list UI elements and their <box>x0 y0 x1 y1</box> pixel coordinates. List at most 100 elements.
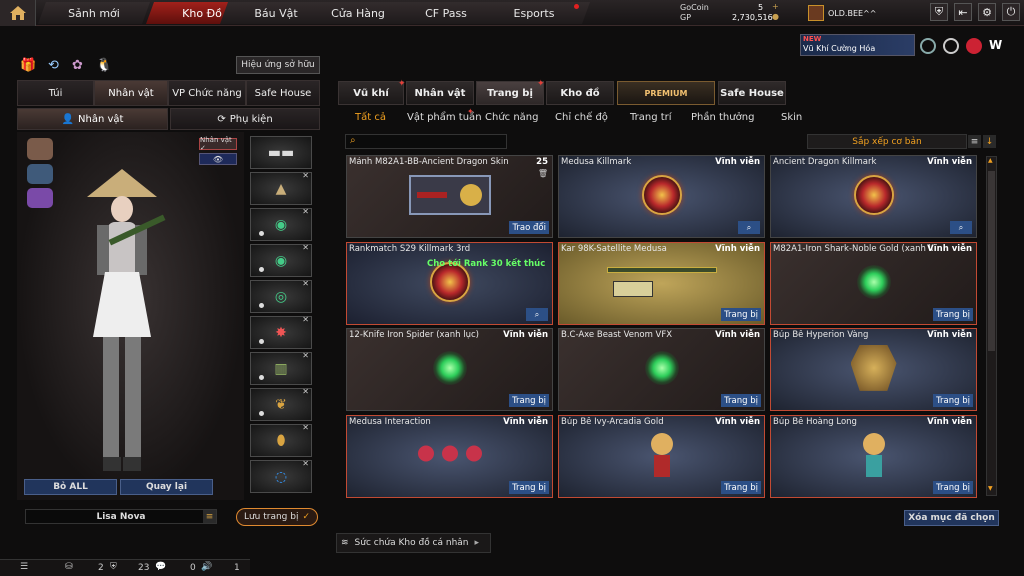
slot-item-6[interactable]: ✕ ❦ <box>250 387 312 421</box>
item-card[interactable]: Búp Bê Hyperion Vàng Vĩnh viễn Trang bị <box>770 328 977 411</box>
subtab-accessory[interactable]: ⟳ Phụ kiện <box>170 108 320 130</box>
exit-icon[interactable]: ⇤ <box>954 3 972 21</box>
slot-hat[interactable]: ✕ ▲ <box>250 171 312 205</box>
remove-icon[interactable]: ✕ <box>302 171 309 180</box>
save-equipment-button[interactable]: Lưu trang bị ✓ <box>236 508 318 526</box>
right-tab-safe-house[interactable]: Safe House <box>718 81 786 105</box>
remove-icon[interactable]: ✕ <box>302 315 309 324</box>
subtab-character[interactable]: 👤 Nhân vật <box>17 108 168 130</box>
weapon-upgrade-banner[interactable]: NEW Vũ Khí Cường Hóa <box>800 34 915 56</box>
item-card[interactable]: Rankmatch S29 Killmark 3rd Cho tới Rank 3… <box>346 242 553 325</box>
equip-button[interactable]: Trao đổi <box>509 221 549 234</box>
equip-button[interactable]: Trang bị <box>933 308 973 321</box>
visibility-toggle[interactable]: 👁 <box>199 153 237 165</box>
item-card[interactable]: B.C-Axe Beast Venom VFX Vĩnh viễn Trang bị <box>558 328 765 411</box>
item-card[interactable]: 12-Knife Iron Spider (xanh lục) Vĩnh viễn… <box>346 328 553 411</box>
w-logo-icon[interactable]: W <box>989 38 1005 54</box>
skin-slot-icon[interactable] <box>27 138 53 160</box>
left-tab-safe-house[interactable]: Safe House <box>246 80 320 106</box>
gift-icon[interactable] <box>966 38 982 54</box>
sort-order-icon[interactable]: ↓ <box>983 135 996 148</box>
equip-button[interactable]: Trang bị <box>721 394 761 407</box>
speaker-icon[interactable]: 🔊 <box>201 562 212 572</box>
right-tab-character[interactable]: Nhân vật <box>406 81 474 105</box>
slot-item-4[interactable]: ✕ ✸ <box>250 315 312 349</box>
slot-item-2[interactable]: ✕ ◉ <box>250 243 312 277</box>
equip-button[interactable]: Trang bị <box>933 481 973 494</box>
magnify-icon[interactable]: ⌕ <box>738 221 760 234</box>
magnify-icon[interactable]: ⌕ <box>526 308 548 321</box>
menu-icon[interactable]: ☰ <box>20 562 28 572</box>
equip-button[interactable]: Trang bị <box>721 481 761 494</box>
scrollbar[interactable]: ▲ ▼ <box>986 156 997 496</box>
remove-icon[interactable]: ✕ <box>302 387 309 396</box>
left-tab-bag[interactable]: Túi <box>17 80 94 106</box>
filter-all[interactable]: Tất cả <box>355 112 386 123</box>
slot-item-5[interactable]: ✕ ▥ <box>250 351 312 385</box>
add-gocoin-icon[interactable]: + <box>772 2 779 11</box>
item-card[interactable]: Medusa Interaction Vĩnh viễn Trang bị <box>346 415 553 498</box>
item-card[interactable]: Mảnh M82A1-BB-Ancient Dragon Skin 25 Trao … <box>346 155 553 238</box>
item-card[interactable]: Medusa Killmark Vĩnh viễn ⌕ <box>558 155 765 238</box>
effect-slot-icon[interactable] <box>27 188 53 208</box>
right-tab-storage[interactable]: Kho đồ <box>546 81 614 105</box>
scroll-thumb[interactable] <box>988 171 995 351</box>
magnify-icon[interactable]: ⌕ <box>950 221 972 234</box>
remove-icon[interactable]: ✕ <box>302 351 309 360</box>
shield-icon[interactable]: ⛨ <box>930 3 948 21</box>
item-card[interactable]: Kar 98K-Satellite Medusa Vĩnh viễn Trang b… <box>558 242 765 325</box>
gear-icon[interactable]: ⚙ <box>978 3 996 21</box>
sort-select[interactable]: Sắp xếp cơ bản <box>807 134 967 149</box>
slot-item-3[interactable]: ✕ ◎ <box>250 279 312 313</box>
filter-skin[interactable]: Skin <box>781 112 802 123</box>
filter-mode-only[interactable]: Chỉ chế độ <box>555 112 608 123</box>
item-card[interactable]: Búp Bê Ivy-Arcadia Gold Vĩnh viễn Trang bị <box>558 415 765 498</box>
slot-item-8[interactable]: ✕ ◌ <box>250 459 312 493</box>
list-icon[interactable]: ≡ <box>203 510 216 523</box>
character-badge[interactable]: Nhân vật ✓ <box>199 136 237 152</box>
search-input[interactable]: ⌕ <box>345 134 507 149</box>
filter-reward[interactable]: Phần thưởng <box>691 112 754 123</box>
slot-weapon[interactable]: ▬▬ <box>250 136 312 169</box>
remove-icon[interactable]: ✕ <box>302 207 309 216</box>
remove-icon[interactable]: ✕ <box>302 459 309 468</box>
item-card[interactable]: Ancient Dragon Killmark Vĩnh viễn ⌕ <box>770 155 977 238</box>
equip-button[interactable]: Trang bị <box>509 481 549 494</box>
back-button[interactable]: Quay lại <box>120 479 213 495</box>
gift-box-icon[interactable]: 🎁 <box>20 58 36 73</box>
left-tab-character[interactable]: Nhân vật <box>94 80 168 106</box>
equip-button[interactable]: Trang bị <box>933 394 973 407</box>
nav-tab-lobby[interactable]: Sảnh mới <box>38 2 150 24</box>
list-view-icon[interactable]: ≡ <box>968 135 981 148</box>
item-card[interactable]: Búp Bê Hoàng Long Vĩnh viễn Trang bị <box>770 415 977 498</box>
mask-slot-icon[interactable] <box>27 164 53 184</box>
remove-icon[interactable]: ✕ <box>302 423 309 432</box>
home-button[interactable] <box>0 0 36 26</box>
remove-icon[interactable]: ✕ <box>302 279 309 288</box>
remove-icon[interactable]: ✕ <box>302 243 309 252</box>
equip-button[interactable]: Trang bị <box>509 394 549 407</box>
storage-capacity-bar[interactable]: ≋ Sức chứa Kho đồ cá nhân ▸ <box>336 533 491 553</box>
refresh-icon[interactable]: ⟲ <box>48 58 59 73</box>
globe-icon[interactable] <box>943 38 959 54</box>
user-info[interactable]: OLD.BEE^^ <box>808 4 918 22</box>
right-tab-equipment[interactable]: Trang bị <box>476 81 544 105</box>
scroll-down-icon[interactable]: ▼ <box>988 485 995 493</box>
filter-decoration[interactable]: Trang trí <box>630 112 672 123</box>
right-tab-premium[interactable]: PREMIUM <box>617 81 715 105</box>
equip-button[interactable]: Trang bị <box>721 308 761 321</box>
slot-item-7[interactable]: ✕ ⬮ <box>250 423 312 457</box>
right-tab-weapons[interactable]: Vũ khí <box>338 81 404 105</box>
scroll-up-icon[interactable]: ▲ <box>988 157 995 165</box>
slot-item-1[interactable]: ✕ ◉ <box>250 207 312 241</box>
item-card[interactable]: M82A1-Iron Shark-Noble Gold (xanh lục) Vĩ… <box>770 242 977 325</box>
clear-selected-button[interactable]: Xóa mục đã chọn <box>904 510 999 526</box>
character-name-field[interactable]: Lisa Nova <box>25 509 217 524</box>
filter-function[interactable]: Chức năng <box>485 112 539 123</box>
chat-icon[interactable]: 💬 <box>155 562 166 572</box>
event-icon[interactable] <box>920 38 936 54</box>
pet-icon[interactable]: 🐧 <box>96 58 112 73</box>
palette-icon[interactable]: ✿ <box>72 58 83 73</box>
remove-all-button[interactable]: Bỏ ALL <box>24 479 117 495</box>
trash-icon[interactable]: 🗑 <box>538 169 548 178</box>
